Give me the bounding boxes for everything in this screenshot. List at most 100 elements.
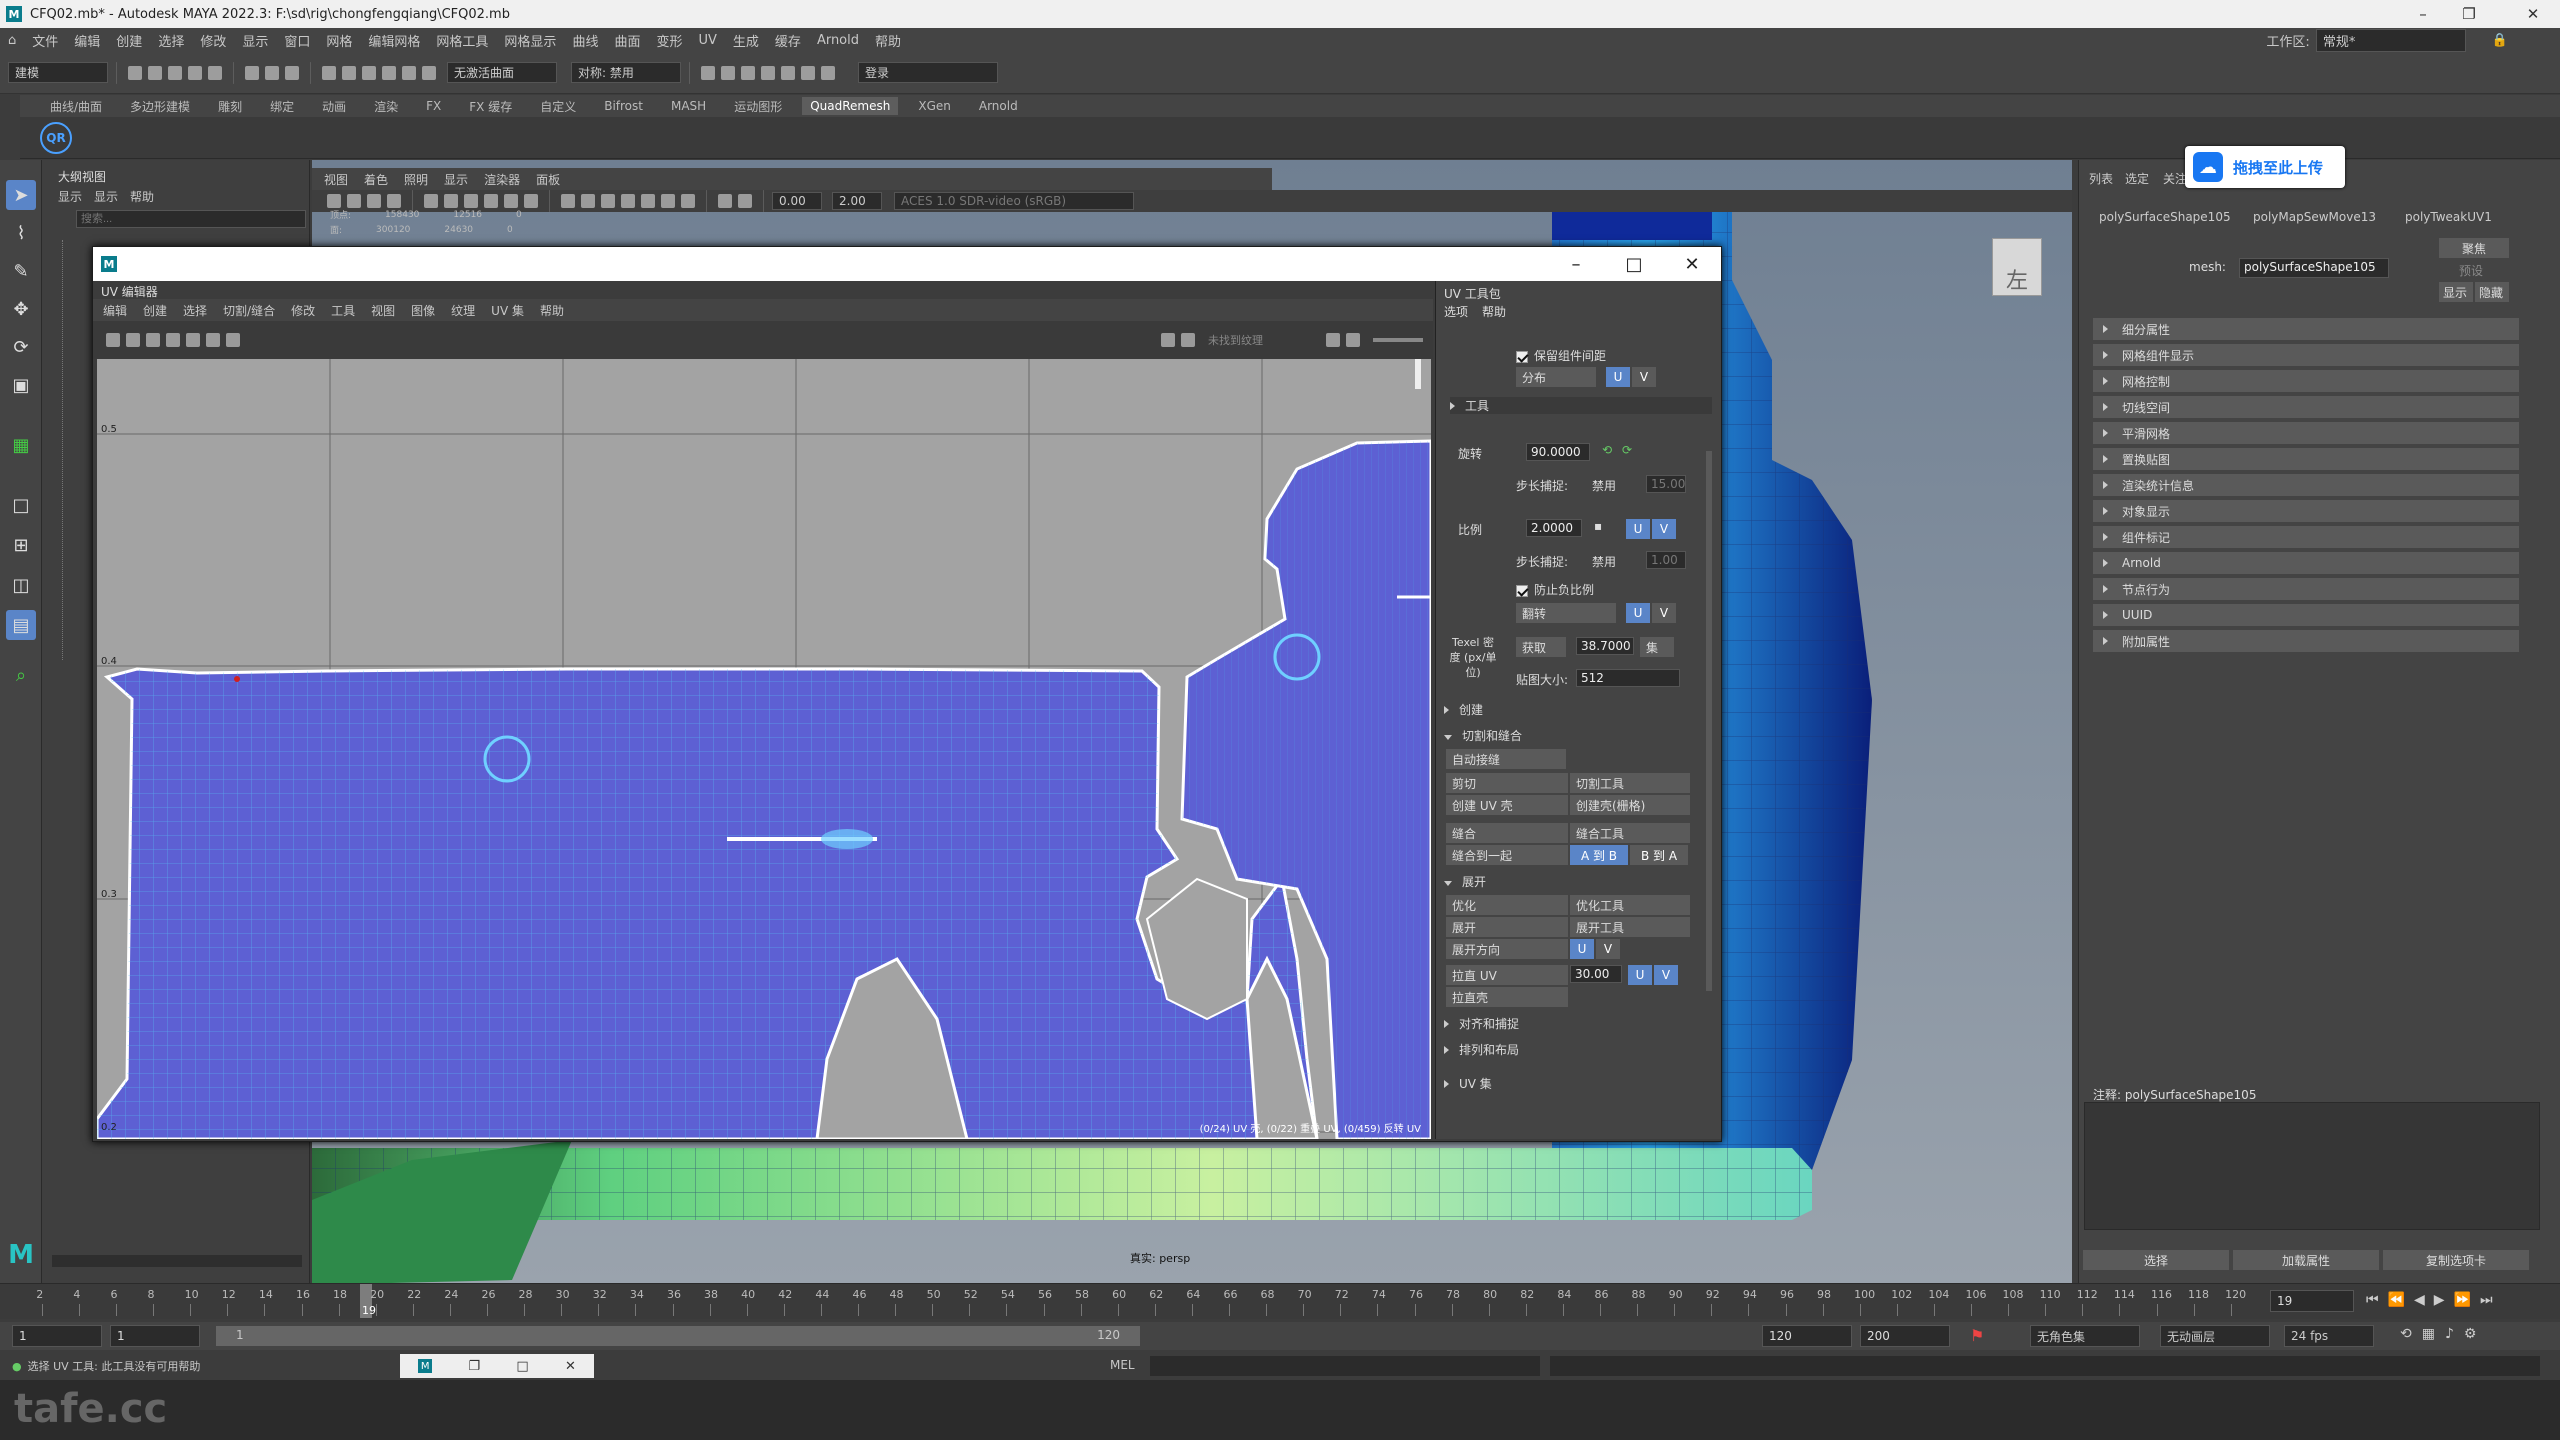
menu-uv[interactable]: UV: [698, 33, 716, 48]
camera-select-icon[interactable]: [327, 194, 341, 208]
rotate-cw-icon[interactable]: ⟳: [1622, 443, 1632, 457]
camera-attributes-icon[interactable]: [347, 194, 361, 208]
texel-density-field[interactable]: 38.7000: [1576, 637, 1634, 655]
uv-canvas[interactable]: 0.5 0.4 0.3 0.2 (0/24) UV 壳, (0/22) 重叠 U…: [97, 359, 1431, 1139]
ambient-occlusion-icon[interactable]: [661, 194, 675, 208]
login-dropdown[interactable]: 登录: [858, 62, 998, 83]
view-cube[interactable]: 左: [1992, 238, 2042, 296]
lock-icon[interactable]: 🔒: [2492, 33, 2508, 48]
menu-curves[interactable]: 曲线: [572, 31, 598, 50]
straighten-angle-field[interactable]: 30.00: [1570, 965, 1622, 983]
open-scene-icon[interactable]: [148, 65, 162, 80]
close-button[interactable]: ✕: [2510, 0, 2556, 28]
grid-icon[interactable]: [424, 194, 438, 208]
toolkit-menu-options[interactable]: 选项: [1444, 303, 1468, 320]
unfold-v-button[interactable]: V: [1596, 939, 1620, 959]
fps-dropdown[interactable]: 24 fps: [2284, 1325, 2374, 1347]
focus-button[interactable]: 聚焦: [2439, 238, 2509, 258]
isolate-icon[interactable]: [718, 194, 732, 208]
uv-dim-image-icon[interactable]: [1181, 333, 1195, 347]
bookmark-icon[interactable]: [367, 194, 381, 208]
cut-tool-button[interactable]: 切割工具: [1570, 773, 1690, 793]
menu-edit[interactable]: 编辑: [74, 31, 100, 50]
snap-curve-icon[interactable]: [342, 65, 356, 80]
shelf-tab-rendering[interactable]: 渲染: [374, 98, 398, 115]
menu-deform[interactable]: 变形: [656, 31, 682, 50]
render-frame-icon[interactable]: [721, 65, 735, 80]
attr-section-mesh-controls[interactable]: 网格控制: [2093, 370, 2519, 392]
vp-menu-renderer[interactable]: 渲染器: [484, 171, 520, 188]
wireframe-icon[interactable]: [561, 194, 575, 208]
scale-u-button[interactable]: U: [1626, 519, 1650, 539]
outliner-search-input[interactable]: [76, 210, 306, 228]
uv-menu-view[interactable]: 视图: [371, 302, 395, 319]
create-shell-grid-button[interactable]: 创建壳(栅格): [1570, 795, 1690, 815]
menu-mesh[interactable]: 网格: [326, 31, 352, 50]
uv-texture-borders-icon[interactable]: [166, 333, 180, 347]
menuset-dropdown[interactable]: 建模: [8, 62, 108, 83]
sew-together-button[interactable]: 缝合到一起: [1446, 845, 1568, 865]
attr-side-tab-selected[interactable]: 选定: [2125, 170, 2149, 187]
scale-step-value[interactable]: 1.00: [1646, 551, 1686, 569]
time-slider[interactable]: 2 4 6 8 10 12 14 16 18 20 22 24 26 28 30 32 34 36 38 40 42 44…: [0, 1283, 2560, 1319]
shelf-tab-fx-cache[interactable]: FX 缓存: [469, 98, 512, 115]
attr-section-extra[interactable]: 附加属性: [2093, 630, 2519, 652]
arnold-render-icon[interactable]: [801, 65, 815, 80]
prevent-negative-checkbox[interactable]: 防止负比例: [1516, 581, 1594, 598]
quadremesh-shelf-button[interactable]: QR: [40, 122, 72, 154]
snap-view-icon[interactable]: [382, 65, 396, 80]
menu-select[interactable]: 选择: [158, 31, 184, 50]
attr-section-node-behavior[interactable]: 节点行为: [2093, 578, 2519, 600]
uv-shaded-icon[interactable]: [126, 333, 140, 347]
attr-section-object-display[interactable]: 对象显示: [2093, 500, 2519, 522]
a-to-b-button[interactable]: A 到 B: [1570, 845, 1628, 865]
menu-generate[interactable]: 生成: [733, 31, 759, 50]
uv-close-button[interactable]: ✕: [1663, 247, 1721, 281]
menu-windows[interactable]: 窗口: [284, 31, 310, 50]
uv-menu-help[interactable]: 帮助: [540, 302, 564, 319]
attr-side-tab-focus[interactable]: 关注: [2163, 170, 2187, 187]
uv-snapshot-icon[interactable]: [206, 333, 220, 347]
two-view-icon[interactable]: ◫: [6, 570, 36, 600]
rotate-step-mode[interactable]: 禁用: [1592, 477, 1616, 494]
uv-menu-cut-sew[interactable]: 切割/缝合: [223, 302, 275, 319]
attr-side-tab-list[interactable]: 列表: [2089, 170, 2113, 187]
gate-mask-icon[interactable]: [484, 194, 498, 208]
shelf-tab-arnold[interactable]: Arnold: [979, 99, 1018, 113]
outliner-menu-show[interactable]: 显示: [94, 188, 118, 205]
texture-dropdown[interactable]: 未找到纹理: [1208, 332, 1263, 348]
uv-brightness-slider[interactable]: [1373, 338, 1423, 342]
menu-surfaces[interactable]: 曲面: [614, 31, 640, 50]
resolution-gate-icon[interactable]: [464, 194, 478, 208]
attr-section-smooth-mesh[interactable]: 平滑网格: [2093, 422, 2519, 444]
uv-grid-icon[interactable]: [106, 333, 120, 347]
current-frame-field[interactable]: 19: [2270, 1290, 2354, 1312]
create-section-header[interactable]: 创建: [1444, 701, 1483, 718]
straighten-shell-button[interactable]: 拉直壳: [1446, 987, 1568, 1007]
vp-menu-panels[interactable]: 面板: [536, 171, 560, 188]
flip-v-button[interactable]: V: [1652, 603, 1676, 623]
search-icon[interactable]: ⌕: [6, 660, 36, 690]
four-view-icon[interactable]: ⊞: [6, 530, 36, 560]
unfold-u-button[interactable]: U: [1570, 939, 1594, 959]
render-settings-icon[interactable]: [761, 65, 775, 80]
uv-menu-modify[interactable]: 修改: [291, 302, 315, 319]
uv-menu-uvsets[interactable]: UV 集: [491, 302, 524, 319]
uv-maximize-button[interactable]: □: [1605, 247, 1663, 281]
keep-gap-checkbox[interactable]: 保留组件间距: [1516, 347, 1606, 364]
scene-start-field[interactable]: 1: [12, 1325, 102, 1347]
attr-section-uuid[interactable]: UUID: [2093, 604, 2519, 626]
layout-shortcut-icon[interactable]: ▦: [6, 430, 36, 460]
uv-exposure-icon[interactable]: [1326, 333, 1340, 347]
attr-section-arnold[interactable]: Arnold: [2093, 552, 2519, 574]
playback-start-field[interactable]: 1: [110, 1325, 200, 1347]
uv-scroll-handle[interactable]: [1415, 359, 1421, 389]
attr-section-component-display[interactable]: 网格组件显示: [2093, 344, 2519, 366]
straighten-uv-button[interactable]: 拉直 UV: [1446, 965, 1568, 985]
cut-sew-section-header[interactable]: 切割和缝合: [1444, 727, 1522, 744]
menu-mesh-display[interactable]: 网格显示: [504, 31, 556, 50]
flip-u-button[interactable]: U: [1626, 603, 1650, 623]
new-scene-icon[interactable]: [128, 65, 142, 80]
playback-controls[interactable]: ⏮⏪◀▶⏩⏭: [2366, 1292, 2502, 1308]
pause-icon[interactable]: [821, 65, 835, 80]
